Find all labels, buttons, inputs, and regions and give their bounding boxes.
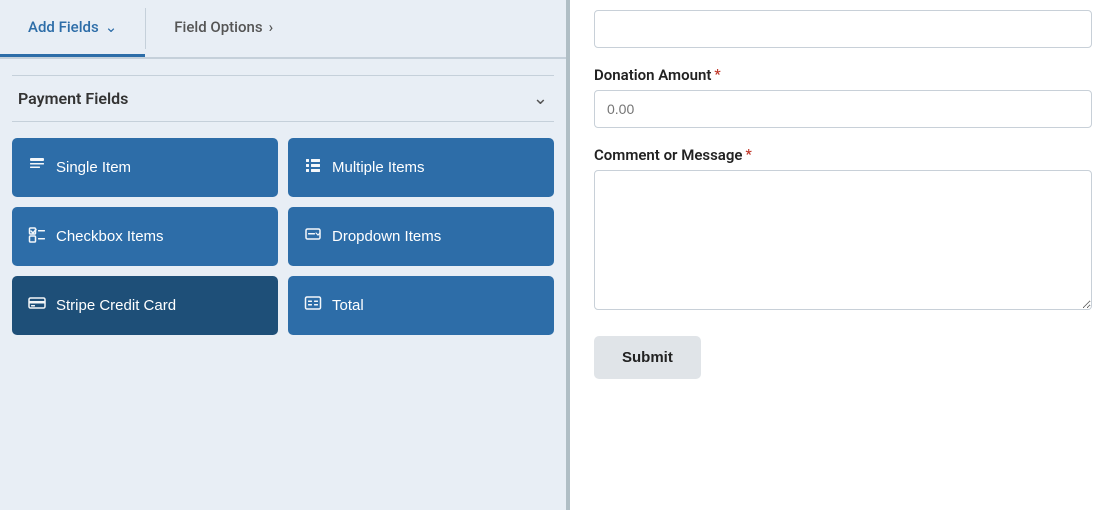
top-input[interactable]: [594, 10, 1092, 48]
fields-grid: Single Item Multiple Items: [12, 138, 554, 335]
dropdown-items-label: Dropdown Items: [332, 228, 441, 245]
single-item-label: Single Item: [56, 159, 131, 176]
right-panel: Donation Amount * Comment or Message * S…: [570, 0, 1116, 510]
dropdown-items-button[interactable]: Dropdown Items: [288, 207, 554, 266]
multiple-items-label: Multiple Items: [332, 159, 425, 176]
stripe-credit-card-label: Stripe Credit Card: [56, 297, 176, 314]
total-button[interactable]: Total: [288, 276, 554, 335]
add-fields-label: Add Fields: [28, 18, 99, 36]
multiple-items-button[interactable]: Multiple Items: [288, 138, 554, 197]
comment-message-textarea[interactable]: [594, 170, 1092, 310]
single-item-button[interactable]: Single Item: [12, 138, 278, 197]
checkbox-items-button[interactable]: Checkbox Items: [12, 207, 278, 266]
total-label: Total: [332, 297, 364, 314]
chevron-down-icon: ⌄: [105, 18, 118, 36]
total-icon: [304, 294, 322, 317]
comment-message-label: Comment or Message *: [594, 146, 1092, 164]
tab-field-options[interactable]: Field Options ›: [146, 0, 301, 57]
left-panel: Add Fields ⌄ Field Options › Payment Fie…: [0, 0, 570, 510]
stripe-credit-card-button[interactable]: Stripe Credit Card: [12, 276, 278, 335]
comment-required: *: [745, 147, 751, 163]
multiple-items-icon: [304, 156, 322, 179]
checkbox-items-icon: [28, 225, 46, 248]
donation-amount-group: Donation Amount *: [594, 66, 1092, 128]
single-item-icon: [28, 156, 46, 179]
checkbox-items-label: Checkbox Items: [56, 228, 164, 245]
comment-message-group: Comment or Message *: [594, 146, 1092, 314]
payment-fields-title: Payment Fields: [18, 89, 128, 108]
chevron-right-icon: ›: [269, 18, 274, 36]
dropdown-items-icon: [304, 225, 322, 248]
donation-amount-input[interactable]: [594, 90, 1092, 128]
submit-button[interactable]: Submit: [594, 336, 701, 379]
stripe-credit-card-icon: [28, 294, 46, 317]
section-collapse-icon[interactable]: ⌄: [533, 88, 548, 109]
donation-amount-label: Donation Amount *: [594, 66, 1092, 84]
tab-bar: Add Fields ⌄ Field Options ›: [0, 0, 566, 59]
tab-add-fields[interactable]: Add Fields ⌄: [0, 0, 145, 57]
payment-fields-section-header: Payment Fields ⌄: [12, 75, 554, 122]
field-options-label: Field Options: [174, 18, 262, 36]
left-content: Payment Fields ⌄ Single Item: [0, 59, 566, 510]
donation-amount-required: *: [714, 67, 720, 83]
